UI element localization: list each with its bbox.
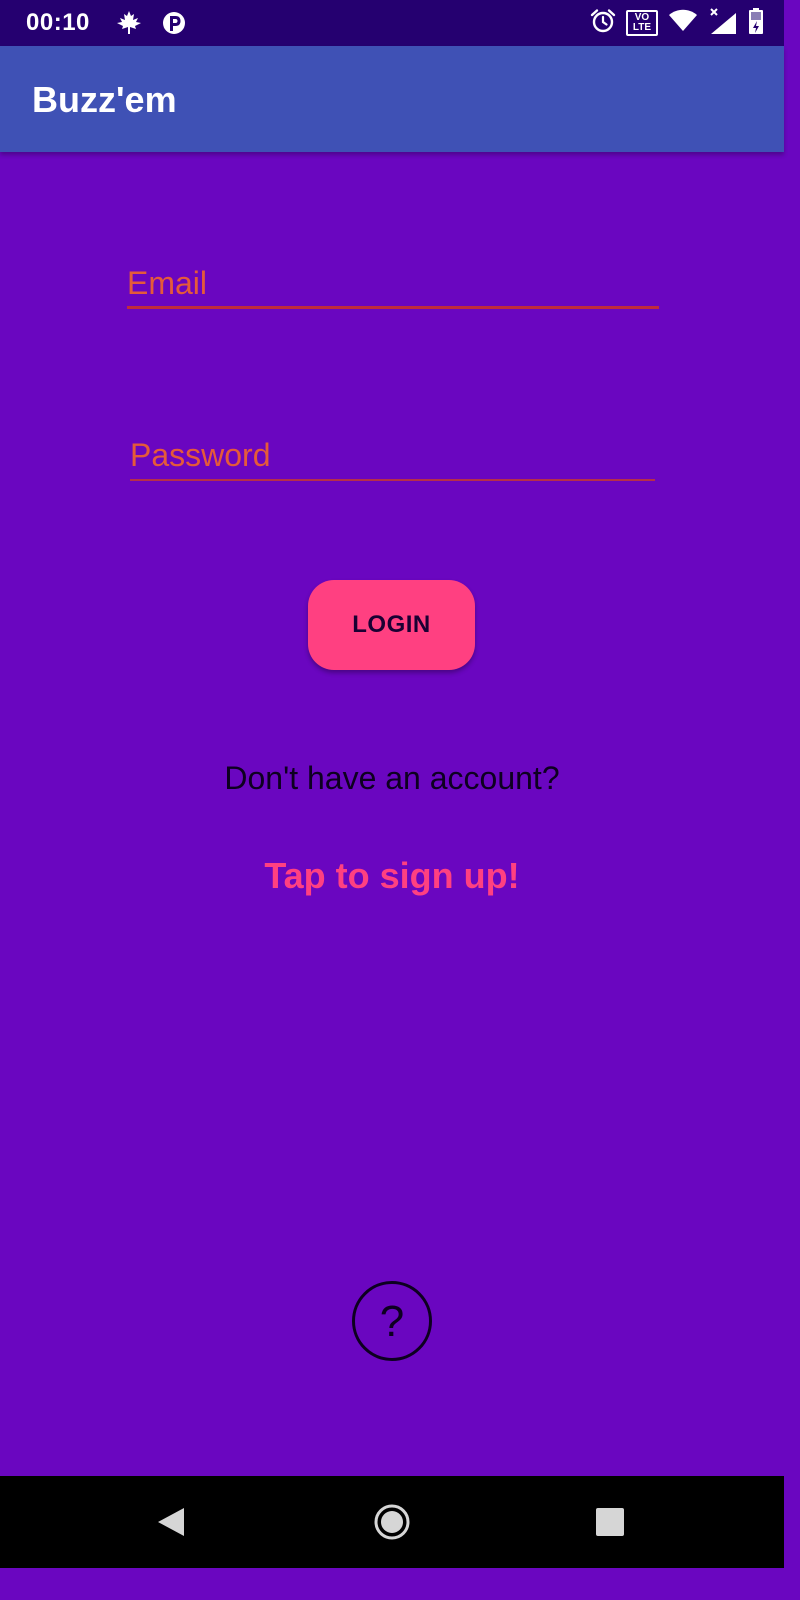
email-underline <box>127 306 659 309</box>
password-underline <box>130 479 655 481</box>
status-icons: VO LTE <box>590 7 764 39</box>
maple-leaf-icon <box>116 10 142 41</box>
email-field-container <box>127 261 659 309</box>
navigation-bar <box>0 1476 784 1568</box>
wifi-icon <box>668 9 698 38</box>
home-button[interactable] <box>372 1502 412 1542</box>
battery-icon <box>748 7 764 40</box>
cellular-signal-icon <box>708 7 738 40</box>
app-title: Buzz'em <box>32 79 177 120</box>
recents-button[interactable] <box>590 1502 630 1542</box>
back-button[interactable] <box>152 1502 192 1542</box>
email-field[interactable] <box>127 261 659 305</box>
help-icon: ? <box>352 1281 432 1361</box>
app-bar: Buzz'em <box>0 46 784 152</box>
password-field[interactable] <box>130 433 655 477</box>
login-button[interactable]: LOGIN <box>308 580 475 670</box>
volte-icon: VO LTE <box>626 10 658 36</box>
help-glyph: ? <box>380 1297 404 1346</box>
login-screen: 00:10 VO LTE Buzz'em Email LOGIN Don't h… <box>0 0 784 1568</box>
signup-link[interactable]: Tap to sign up! <box>0 855 784 897</box>
recents-icon <box>596 1508 624 1536</box>
home-icon <box>374 1504 410 1540</box>
help-button[interactable]: ? <box>351 1280 433 1362</box>
status-bar: 00:10 VO LTE <box>0 0 784 46</box>
no-account-text: Don't have an account? <box>224 760 560 796</box>
password-field-container <box>130 433 655 481</box>
back-icon <box>158 1508 184 1536</box>
p-icon <box>162 10 186 41</box>
status-time: 00:10 <box>26 9 90 36</box>
alarm-icon <box>590 8 616 39</box>
volte-bottom-label: LTE <box>632 22 652 33</box>
